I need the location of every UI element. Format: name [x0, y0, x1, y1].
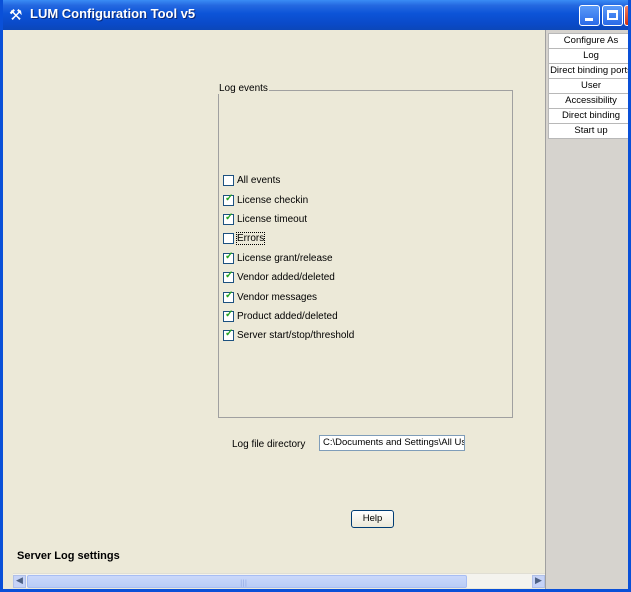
minimize-button[interactable]	[579, 5, 600, 26]
checkbox-label: Vendor added/deleted	[237, 271, 335, 283]
checkbox-all-events[interactable]: All events	[223, 173, 280, 187]
log-events-group-label: Log events	[218, 83, 269, 94]
checkbox[interactable]	[223, 232, 234, 244]
maximize-icon	[607, 10, 618, 20]
maximize-button[interactable]	[602, 5, 623, 26]
checkmark-icon: ✓	[225, 327, 234, 339]
help-button[interactable]: Help	[351, 510, 394, 528]
scroll-right-button[interactable]: ▶	[532, 575, 545, 588]
checkbox-license-timeout[interactable]: ✓ License timeout	[223, 212, 307, 226]
horizontal-scrollbar[interactable]: ◀ ||| ▶	[13, 573, 545, 588]
checkbox-server-start-stop[interactable]: ✓ Server start/stop/threshold	[223, 328, 354, 342]
window-title: LUM Configuration Tool v5	[30, 6, 196, 21]
section-title: Server Log settings	[17, 550, 120, 562]
checkbox-license-checkin[interactable]: ✓ License checkin	[223, 193, 308, 207]
checkbox[interactable]: ✓	[223, 327, 234, 341]
checkbox-vendor-messages[interactable]: ✓ Vendor messages	[223, 290, 317, 304]
checkmark-icon: ✓	[225, 289, 234, 301]
sidebar-item-user[interactable]: User	[548, 79, 628, 94]
checkmark-icon: ✓	[225, 250, 234, 262]
wrench-icon: ⚒	[9, 6, 23, 24]
checkbox-product-added-deleted[interactable]: ✓ Product added/deleted	[223, 309, 338, 323]
close-button[interactable]: ✕	[624, 5, 628, 26]
checkbox-label: Errors	[235, 231, 266, 245]
checkbox-label: License checkin	[237, 194, 309, 206]
main-content: Log events All events ✓ License checkin …	[3, 30, 545, 589]
title-bar[interactable]: ⚒ LUM Configuration Tool v5 ✕	[3, 0, 628, 30]
scroll-thumb[interactable]: |||	[27, 575, 467, 588]
checkbox[interactable]	[223, 174, 234, 186]
checkbox-label: License timeout	[237, 213, 308, 225]
grip-icon: |||	[240, 579, 248, 587]
checkbox[interactable]: ✓	[223, 250, 234, 264]
checkmark-icon: ✓	[225, 211, 234, 223]
checkbox[interactable]: ✓	[223, 308, 234, 322]
checkbox-label: License grant/release	[237, 252, 333, 264]
log-file-directory-label: Log file directory	[232, 439, 306, 450]
scroll-left-button[interactable]: ◀	[13, 575, 26, 588]
app-window: ⚒ LUM Configuration Tool v5 ✕ Log events…	[0, 0, 631, 592]
checkbox-label: All events	[237, 174, 281, 186]
checkbox-label: Product added/deleted	[237, 310, 338, 322]
checkmark-icon: ✓	[225, 308, 234, 320]
checkbox-label: Vendor messages	[237, 291, 318, 303]
log-file-directory-input[interactable]: C:\Documents and Settings\All Us	[319, 435, 465, 451]
close-icon: ✕	[627, 6, 628, 24]
checkmark-icon: ✓	[225, 192, 234, 204]
sidebar-item-start-up[interactable]: Start up	[548, 124, 628, 139]
checkbox[interactable]: ✓	[223, 211, 234, 225]
checkmark-icon: ✓	[225, 269, 234, 281]
checkbox[interactable]: ✓	[223, 269, 234, 283]
sidebar-item-direct-binding-ports[interactable]: Direct binding ports	[548, 64, 628, 79]
settings-sidebar: Configure As Log Direct binding ports Us…	[545, 30, 628, 589]
sidebar-item-log[interactable]: Log	[548, 49, 628, 64]
sidebar-item-configure-as[interactable]: Configure As	[548, 33, 628, 49]
checkbox[interactable]: ✓	[223, 289, 234, 303]
checkbox-vendor-added-deleted[interactable]: ✓ Vendor added/deleted	[223, 270, 335, 284]
checkbox-errors[interactable]: Errors	[223, 231, 266, 245]
sidebar-item-direct-binding[interactable]: Direct binding	[548, 109, 628, 124]
checkbox-license-grant-release[interactable]: ✓ License grant/release	[223, 251, 333, 265]
checkbox-label: Server start/stop/threshold	[237, 329, 355, 341]
minimize-icon	[585, 18, 593, 21]
checkbox[interactable]: ✓	[223, 192, 234, 206]
sidebar-item-accessibility[interactable]: Accessibility	[548, 94, 628, 109]
